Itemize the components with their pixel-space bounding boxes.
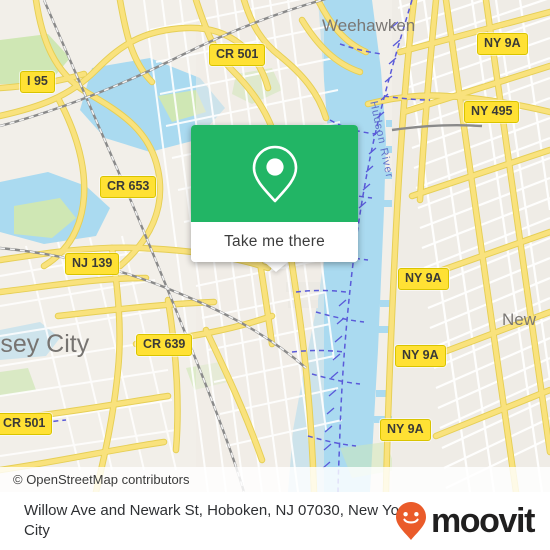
moovit-logo[interactable]: moovit: [394, 501, 535, 541]
shield-ny-9a-4[interactable]: NY 9A: [380, 419, 431, 441]
shield-cr-501-n[interactable]: CR 501: [209, 44, 266, 66]
take-me-there-button[interactable]: Take me there: [191, 222, 358, 262]
popup-header: [191, 125, 358, 222]
shield-nj-139[interactable]: NJ 139: [65, 253, 120, 275]
shield-ny-9a-3[interactable]: NY 9A: [395, 345, 446, 367]
location-popup-card[interactable]: Take me there: [191, 125, 358, 262]
popup-pointer: [263, 261, 289, 272]
shield-i-95[interactable]: I 95: [20, 71, 55, 93]
location-address: Willow Ave and Newark St, Hoboken, NJ 07…: [24, 502, 412, 539]
footer-bar: Willow Ave and Newark St, Hoboken, NJ 07…: [0, 492, 550, 550]
shield-cr-501-s[interactable]: CR 501: [0, 413, 53, 435]
moovit-smiling-pin-icon: [395, 502, 426, 540]
map-screenshot: Weehawken rsey City New Hudson River I 9…: [0, 0, 550, 550]
shield-cr-639[interactable]: CR 639: [136, 334, 193, 356]
moovit-wordmark: moovit: [430, 502, 535, 540]
shield-ny-9a-2[interactable]: NY 9A: [398, 268, 449, 290]
shield-ny-9a-1[interactable]: NY 9A: [477, 33, 528, 55]
location-pin-icon: [252, 145, 297, 202]
osm-attribution[interactable]: © OpenStreetMap contributors: [0, 467, 550, 492]
shield-ny-495[interactable]: NY 495: [464, 101, 520, 123]
shield-cr-653[interactable]: CR 653: [100, 176, 157, 198]
